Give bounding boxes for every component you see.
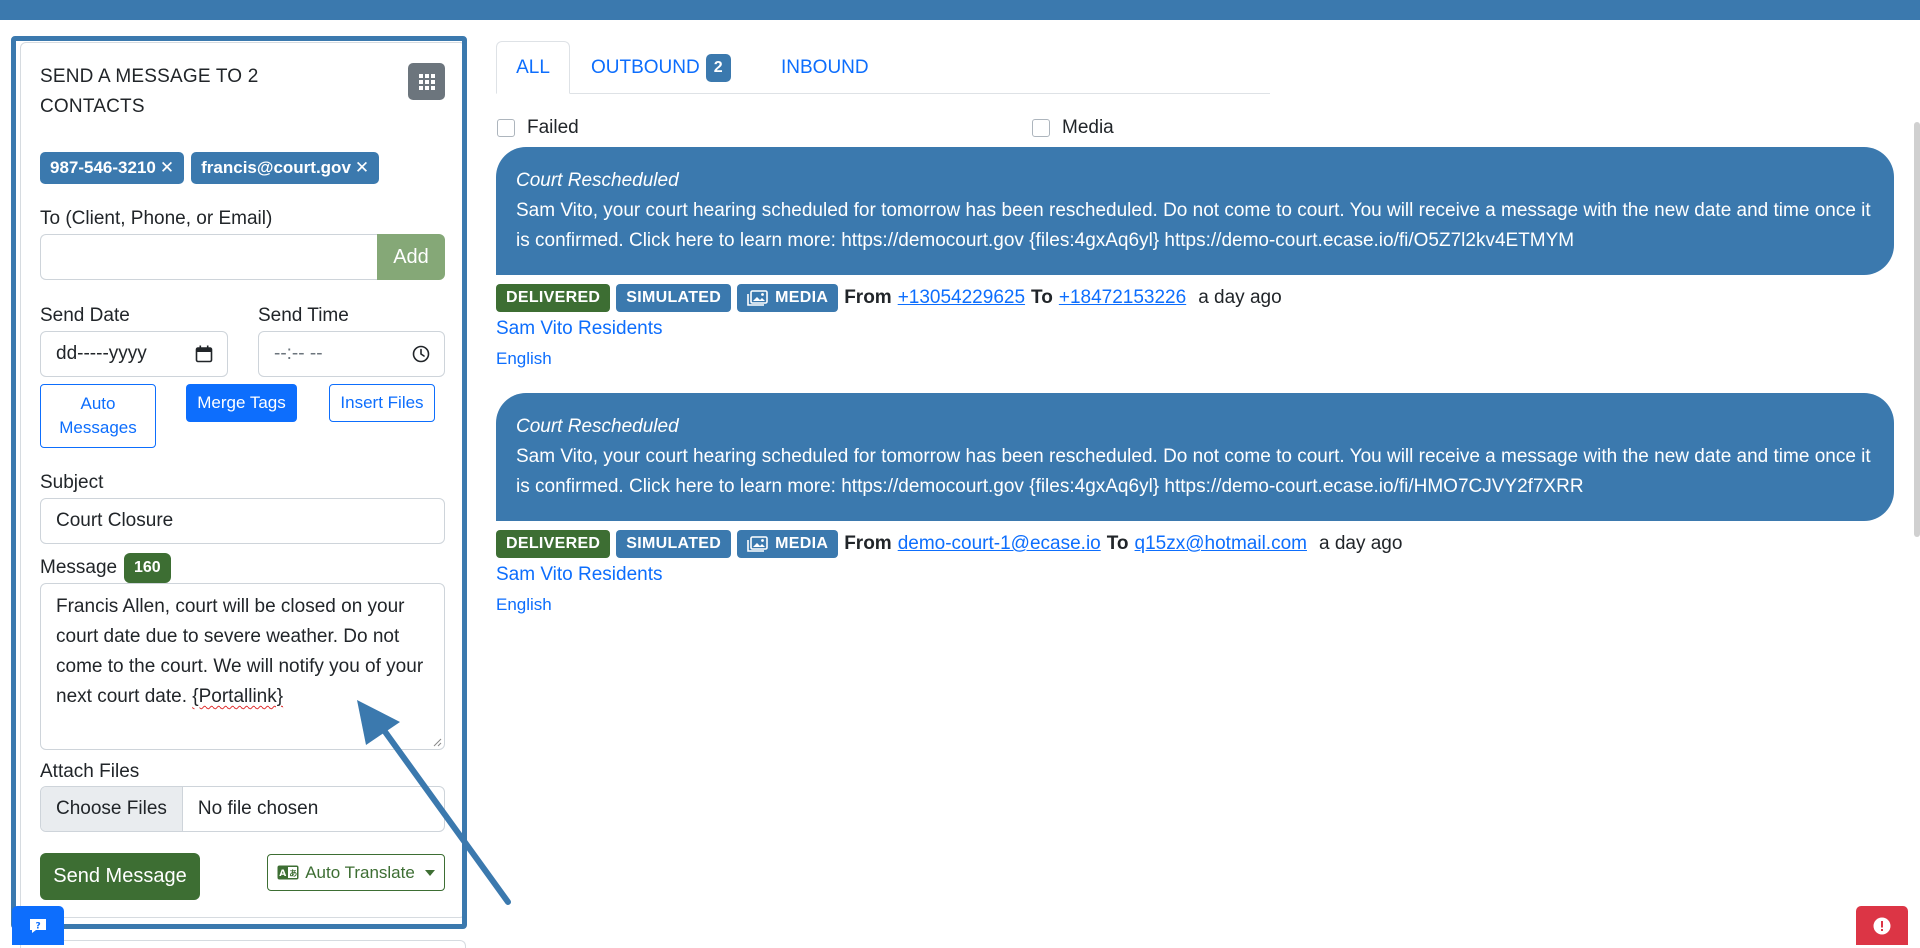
add-button[interactable]: Add: [377, 234, 445, 280]
message-body: Sam Vito, your court hearing scheduled f…: [516, 446, 1871, 497]
message-timestamp: a day ago: [1318, 533, 1403, 554]
failed-checkbox[interactable]: [497, 119, 515, 137]
from-label: From: [844, 533, 892, 554]
date-placeholder: dd-----yyyy: [56, 343, 147, 364]
tab-all[interactable]: ALL: [496, 41, 570, 94]
message-bubble: Court Rescheduled Sam Vito, your court h…: [496, 147, 1894, 275]
language-link[interactable]: English: [496, 349, 552, 369]
svg-text:A: A: [279, 869, 286, 879]
send-time-input[interactable]: --:-- --: [258, 331, 445, 377]
recipient-chips: 987-546-3210 ✕ francis@court.gov ✕: [40, 152, 380, 184]
scrollbar[interactable]: [1914, 122, 1920, 537]
attach-files-label: Attach Files: [40, 761, 140, 782]
outbound-count-badge: 2: [705, 53, 731, 82]
tab-outbound-label: OUTBOUND: [591, 56, 700, 78]
simulated-badge: SIMULATED: [616, 530, 732, 558]
simulated-badge: SIMULATED: [616, 284, 732, 312]
chip-label: francis@court.gov: [201, 158, 351, 177]
auto-translate-dropdown[interactable]: A あ Auto Translate: [267, 854, 445, 891]
from-link[interactable]: +13054229625: [898, 287, 1025, 309]
clock-icon[interactable]: [412, 345, 430, 363]
calendar-icon[interactable]: [195, 345, 213, 363]
image-icon: [747, 536, 768, 552]
delivered-badge: DELIVERED: [496, 284, 611, 312]
failed-filter-label: Failed: [527, 117, 579, 138]
media-filter[interactable]: Media: [1032, 117, 1114, 139]
group-link[interactable]: Sam Vito Residents: [496, 564, 663, 586]
media-badge-label: MEDIA: [775, 535, 829, 552]
message-title: Court Rescheduled: [516, 416, 679, 437]
media-filter-label: Media: [1062, 117, 1114, 138]
tab-outbound[interactable]: OUTBOUND 2: [591, 41, 731, 94]
to-link[interactable]: +18472153226: [1059, 287, 1186, 309]
grid-icon: [418, 73, 435, 90]
merge-tag-token: {Portallink}: [192, 686, 284, 707]
delivered-badge: DELIVERED: [496, 530, 611, 558]
message-bubble: Court Rescheduled Sam Vito, your court h…: [496, 393, 1894, 521]
send-date-input[interactable]: dd-----yyyy: [40, 331, 228, 377]
translate-icon: A あ: [277, 865, 299, 880]
media-badge[interactable]: MEDIA: [737, 530, 839, 558]
auto-messages-button[interactable]: Auto Messages: [40, 384, 156, 448]
close-icon[interactable]: ✕: [355, 158, 369, 177]
media-checkbox[interactable]: [1032, 119, 1050, 137]
grid-button[interactable]: [408, 63, 445, 100]
file-input[interactable]: Choose Files No file chosen: [40, 786, 445, 832]
from-label: From: [844, 287, 892, 308]
message-label: Message: [40, 557, 118, 578]
message-timestamp: a day ago: [1198, 287, 1282, 308]
tab-inbound-label: INBOUND: [781, 56, 869, 78]
chevron-down-icon: [424, 869, 435, 876]
to-label: To: [1031, 287, 1053, 308]
time-placeholder: --:-- --: [274, 343, 323, 364]
close-icon[interactable]: ✕: [160, 158, 174, 177]
svg-text:?: ?: [36, 921, 41, 931]
message-char-count-badge: 160: [124, 553, 171, 583]
subject-input[interactable]: Court Closure: [40, 498, 445, 544]
message-textarea[interactable]: Francis Allen, court will be closed on y…: [40, 583, 445, 750]
top-navbar: [0, 0, 1920, 20]
insert-files-button[interactable]: Insert Files: [329, 384, 435, 422]
to-label: To: [1106, 533, 1129, 554]
failed-filter[interactable]: Failed: [497, 117, 579, 139]
tab-inbound[interactable]: INBOUND: [781, 41, 869, 94]
merge-tags-button[interactable]: Merge Tags: [186, 384, 297, 422]
file-status: No file chosen: [197, 798, 319, 819]
to-link[interactable]: q15zx@hotmail.com: [1135, 533, 1307, 555]
alert-icon: [1873, 917, 1891, 934]
subject-label: Subject: [40, 472, 104, 493]
chat-button[interactable]: ?: [12, 906, 64, 945]
next-card-edge: [20, 940, 466, 948]
choose-files-button[interactable]: Choose Files: [41, 787, 183, 831]
message-body: Sam Vito, your court hearing scheduled f…: [516, 200, 1871, 251]
language-link[interactable]: English: [496, 595, 552, 615]
message-title: Court Rescheduled: [516, 170, 679, 191]
send-date-label: Send Date: [40, 305, 130, 326]
send-time-label: Send Time: [258, 305, 349, 326]
from-link[interactable]: demo-court-1@ecase.io: [898, 533, 1101, 555]
send-message-button[interactable]: Send Message: [40, 853, 200, 900]
media-badge-label: MEDIA: [775, 289, 829, 306]
message-meta: DELIVERED SIMULATED MEDIA From +13054229…: [496, 284, 1282, 312]
svg-text:あ: あ: [289, 869, 297, 878]
message-meta: DELIVERED SIMULATED MEDIA From demo-cour…: [496, 530, 1402, 558]
translate-label: Auto Translate: [305, 862, 415, 882]
compose-title: SEND A MESSAGE TO 2 CONTACTS: [40, 66, 259, 117]
recipient-chip[interactable]: francis@court.gov ✕: [191, 152, 380, 184]
image-icon: [747, 290, 768, 306]
to-input[interactable]: [40, 234, 378, 280]
alert-button[interactable]: [1856, 906, 1908, 945]
chat-icon: ?: [30, 918, 46, 933]
group-link[interactable]: Sam Vito Residents: [496, 318, 663, 340]
tab-all-label: ALL: [516, 56, 550, 78]
to-label: To (Client, Phone, or Email): [40, 208, 273, 229]
recipient-chip[interactable]: 987-546-3210 ✕: [40, 152, 185, 184]
resize-grip-icon[interactable]: [432, 737, 442, 747]
media-badge[interactable]: MEDIA: [737, 284, 839, 312]
message-tabs: ALL OUTBOUND 2 INBOUND: [496, 41, 1270, 94]
chip-label: 987-546-3210: [50, 158, 156, 177]
